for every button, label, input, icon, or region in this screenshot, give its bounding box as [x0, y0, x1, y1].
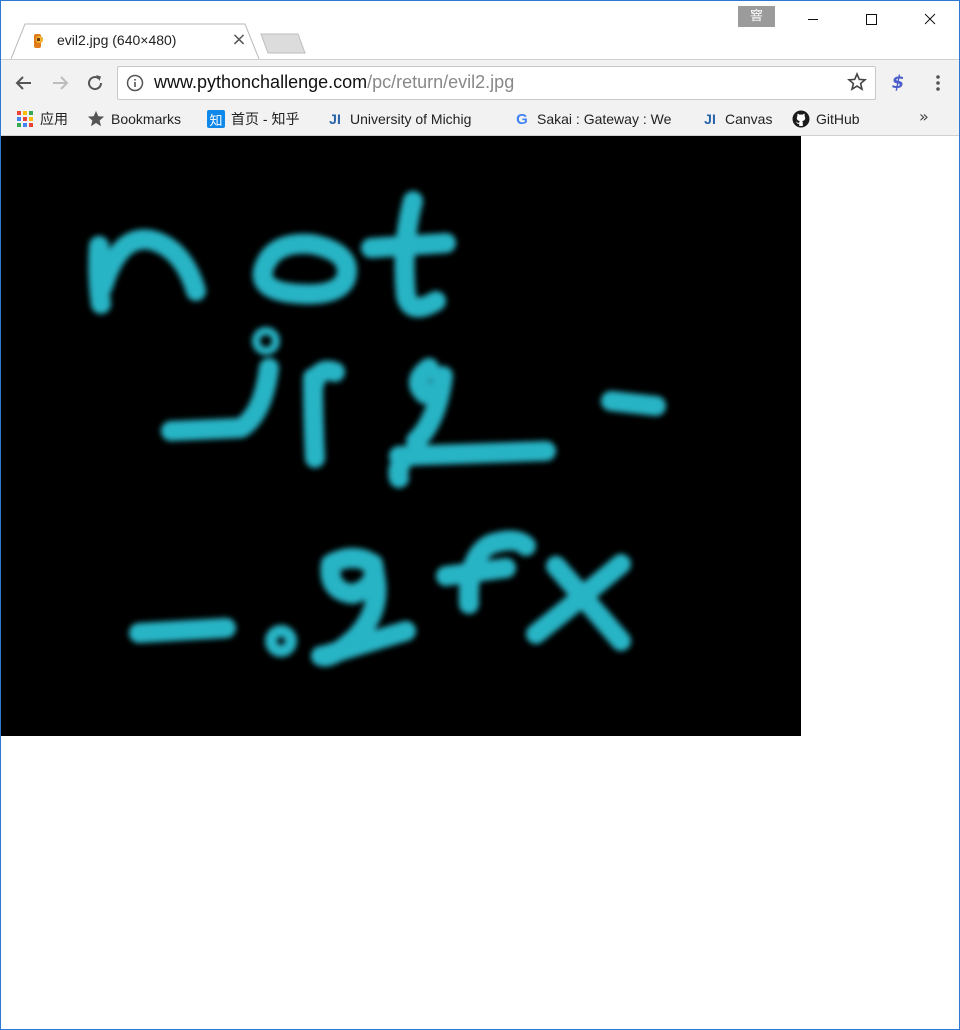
maximize-icon	[866, 14, 877, 25]
github-icon	[792, 110, 810, 128]
arrow-left-icon	[15, 76, 31, 90]
ji-icon: JI	[329, 111, 341, 127]
url-path: /pc/return/evil2.jpg	[367, 72, 515, 92]
reload-button[interactable]	[81, 69, 109, 97]
apps-grid-icon	[16, 110, 34, 128]
minimize-icon	[808, 19, 818, 20]
bookmark-label: Sakai : Gateway : We	[537, 111, 672, 127]
bookmark-label: Bookmarks	[111, 111, 182, 127]
tab-close-icon[interactable]: ×	[230, 31, 248, 49]
bookmark-label: GitHub	[816, 111, 860, 127]
page-content	[1, 136, 959, 1029]
browser-toolbar: www.pythonchallenge.com/pc/return/evil2.…	[1, 59, 959, 106]
title-bar: evil2.jpg (640×480) × 窨	[1, 1, 959, 60]
bookmark-label: 首页 - 知乎	[231, 111, 300, 127]
tab-title: evil2.jpg (640×480)	[57, 32, 177, 48]
extension-icon[interactable]: $	[887, 72, 909, 94]
bookmark-label: University of Michig	[350, 111, 472, 127]
kebab-menu-icon[interactable]	[930, 73, 946, 93]
maximize-button[interactable]	[848, 1, 894, 37]
bookmarks-overflow-button[interactable]: »	[919, 107, 929, 126]
bookmark-label: Canvas	[725, 111, 773, 127]
url-text[interactable]: www.pythonchallenge.com/pc/return/evil2.…	[154, 72, 514, 93]
info-icon[interactable]	[126, 74, 144, 92]
bookmark-umich[interactable]: JI University of Michig	[326, 108, 494, 130]
close-icon	[924, 13, 936, 25]
address-bar[interactable]: www.pythonchallenge.com/pc/return/evil2.…	[117, 66, 876, 100]
bookmark-github[interactable]: GitHub	[792, 108, 860, 130]
arrow-right-icon	[53, 76, 69, 90]
python-challenge-favicon-icon	[34, 34, 43, 48]
minimize-button[interactable]	[790, 1, 836, 37]
zhihu-icon: 知	[207, 110, 225, 128]
google-icon: G	[516, 110, 528, 128]
ji-icon: JI	[704, 111, 716, 127]
evil2-image	[1, 136, 801, 736]
star-icon	[87, 110, 105, 128]
close-window-button[interactable]	[907, 1, 953, 37]
tab-evil2[interactable]: evil2.jpg (640×480) ×	[11, 23, 260, 60]
bookmark-bookmarks[interactable]: Bookmarks	[87, 108, 181, 130]
bookmark-star-icon[interactable]	[847, 72, 867, 92]
bookmarks-bar: 应用 Bookmarks 知 首页 - 知乎 JI University of …	[1, 105, 959, 136]
profile-badge[interactable]: 窨	[738, 6, 775, 27]
bookmark-canvas[interactable]: JI Canvas	[701, 108, 772, 130]
bookmark-zhihu[interactable]: 知 首页 - 知乎	[207, 108, 299, 130]
bookmark-apps[interactable]: 应用	[16, 108, 68, 130]
url-host: www.pythonchallenge.com	[154, 72, 368, 92]
reload-icon	[88, 75, 103, 91]
new-tab-button[interactable]	[260, 33, 306, 54]
bookmark-label: 应用	[40, 111, 68, 127]
back-button[interactable]	[10, 69, 38, 97]
bookmark-sakai[interactable]: G Sakai : Gateway : We	[513, 108, 685, 130]
forward-button[interactable]	[46, 69, 74, 97]
browser-window: evil2.jpg (640×480) × 窨 www.pythonchalle…	[0, 0, 960, 1030]
